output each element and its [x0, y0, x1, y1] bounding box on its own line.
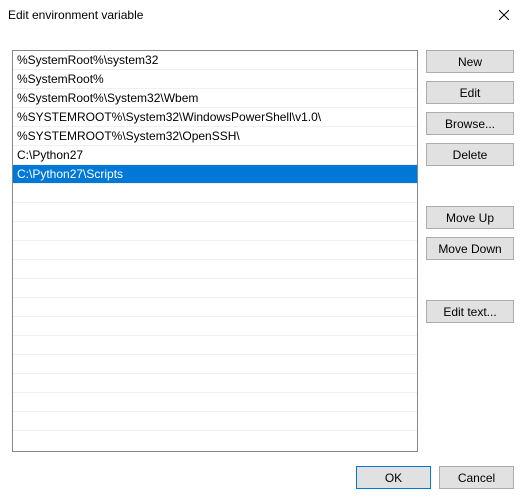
- delete-button[interactable]: Delete: [426, 143, 514, 166]
- list-item[interactable]: C:\Python27\Scripts: [13, 165, 417, 184]
- move-up-button[interactable]: Move Up: [426, 206, 514, 229]
- window-title: Edit environment variable: [8, 8, 143, 22]
- list-item[interactable]: %SystemRoot%\System32\Wbem: [13, 89, 417, 108]
- titlebar: Edit environment variable: [0, 0, 526, 30]
- list-item[interactable]: [13, 203, 417, 222]
- browse-button[interactable]: Browse...: [426, 112, 514, 135]
- ok-button[interactable]: OK: [356, 466, 431, 489]
- list-item[interactable]: [13, 336, 417, 355]
- list-item[interactable]: [13, 241, 417, 260]
- dialog-button-row: OK Cancel: [12, 452, 514, 489]
- main-area: %SystemRoot%\system32%SystemRoot%%System…: [12, 42, 514, 452]
- list-item[interactable]: C:\Python27: [13, 146, 417, 165]
- cancel-button[interactable]: Cancel: [439, 466, 514, 489]
- list-item[interactable]: [13, 260, 417, 279]
- list-item[interactable]: [13, 222, 417, 241]
- list-item[interactable]: [13, 355, 417, 374]
- spacer: [426, 268, 514, 292]
- list-item[interactable]: [13, 298, 417, 317]
- dialog-content: %SystemRoot%\system32%SystemRoot%%System…: [0, 30, 526, 501]
- list-item[interactable]: [13, 279, 417, 298]
- move-down-button[interactable]: Move Down: [426, 237, 514, 260]
- close-icon: [499, 10, 509, 20]
- list-item[interactable]: [13, 393, 417, 412]
- list-item[interactable]: [13, 317, 417, 336]
- path-listbox[interactable]: %SystemRoot%\system32%SystemRoot%%System…: [12, 50, 418, 452]
- list-item[interactable]: [13, 184, 417, 203]
- list-item[interactable]: %SYSTEMROOT%\System32\WindowsPowerShell\…: [13, 108, 417, 127]
- side-button-panel: New Edit Browse... Delete Move Up Move D…: [426, 42, 514, 452]
- list-item[interactable]: %SystemRoot%: [13, 70, 417, 89]
- new-button[interactable]: New: [426, 50, 514, 73]
- list-item[interactable]: %SYSTEMROOT%\System32\OpenSSH\: [13, 127, 417, 146]
- edit-text-button[interactable]: Edit text...: [426, 300, 514, 323]
- list-item[interactable]: [13, 374, 417, 393]
- list-item[interactable]: [13, 412, 417, 431]
- spacer: [426, 174, 514, 198]
- close-button[interactable]: [481, 0, 526, 30]
- edit-button[interactable]: Edit: [426, 81, 514, 104]
- list-item[interactable]: %SystemRoot%\system32: [13, 51, 417, 70]
